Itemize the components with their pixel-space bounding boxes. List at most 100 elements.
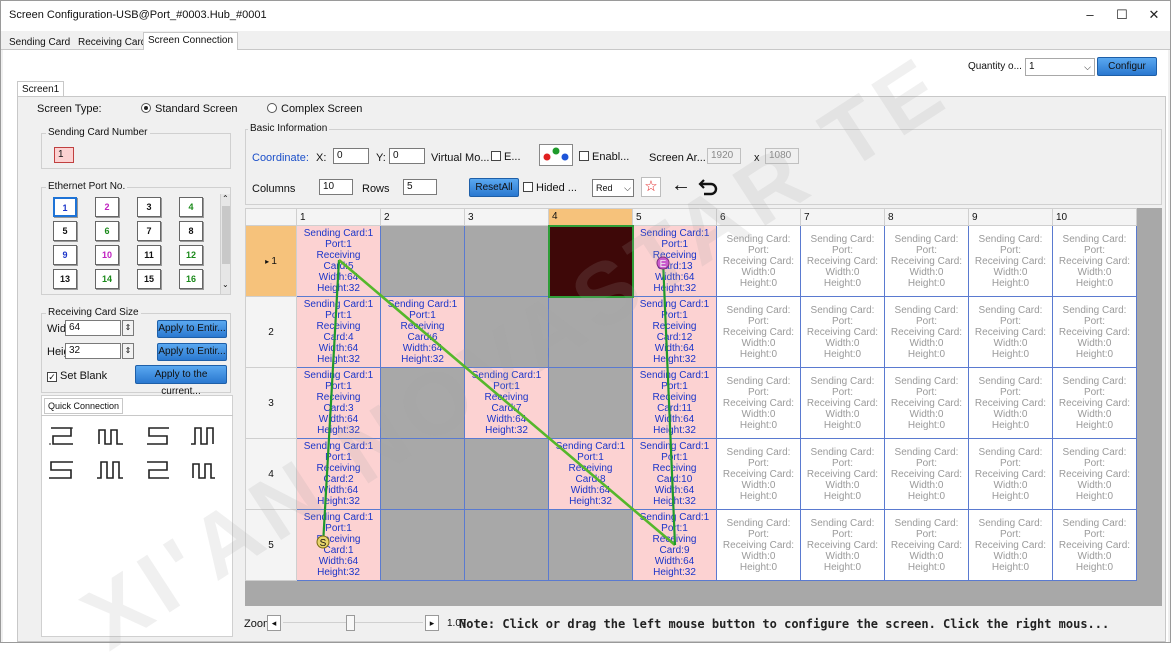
y-coordinate-field[interactable]: 0: [389, 148, 425, 164]
port-button-2[interactable]: 2: [95, 197, 119, 217]
grid-cell-r2-c7[interactable]: Sending Card: Port: Receiving Card: Widt…: [800, 296, 885, 368]
port-button-5[interactable]: 5: [53, 221, 77, 241]
grid-cell-r1-c7[interactable]: Sending Card: Port: Receiving Card: Widt…: [800, 225, 885, 297]
connection-pattern-vertical-up-icon[interactable]: [95, 425, 125, 447]
port-button-12[interactable]: 12: [179, 245, 203, 265]
grid-cell-r2-c8[interactable]: Sending Card: Port: Receiving Card: Widt…: [884, 296, 969, 368]
port-button-10[interactable]: 10: [95, 245, 119, 265]
grid-cell-r1-c1[interactable]: Sending Card:1 Port:1 Receiving Card:5 W…: [296, 225, 381, 297]
column-header-10[interactable]: 10: [1052, 208, 1137, 226]
grid-cell-r2-c3[interactable]: [464, 296, 549, 368]
column-header-4[interactable]: 4: [548, 208, 633, 226]
arrow-left-icon[interactable]: ←: [671, 174, 691, 197]
port-scrollbar[interactable]: ⌃ ⌄: [220, 194, 230, 294]
grid-cell-r3-c5[interactable]: Sending Card:1 Port:1 Receiving Card:11 …: [632, 367, 717, 439]
grid-cell-r1-c10[interactable]: Sending Card: Port: Receiving Card: Widt…: [1052, 225, 1137, 297]
grid-cell-r2-c4[interactable]: [548, 296, 633, 368]
star-icon[interactable]: ☆: [641, 177, 661, 197]
grid-cell-r2-c6[interactable]: Sending Card: Port: Receiving Card: Widt…: [716, 296, 801, 368]
grid-cell-r4-c1[interactable]: Sending Card:1 Port:1 Receiving Card:2 W…: [296, 438, 381, 510]
connection-pattern-snake-up-left-icon[interactable]: [143, 459, 173, 481]
virtual-pixel-icon[interactable]: [539, 144, 573, 166]
zoom-increase-icon[interactable]: ▸: [425, 615, 439, 631]
row-header-3[interactable]: 3: [245, 367, 297, 439]
grid-cell-r3-c10[interactable]: Sending Card: Port: Receiving Card: Widt…: [1052, 367, 1137, 439]
grid-cell-r5-c6[interactable]: Sending Card: Port: Receiving Card: Widt…: [716, 509, 801, 581]
zoom-slider-thumb[interactable]: [346, 615, 355, 631]
screen-grid-area[interactable]: 1 2 3 4 5 6 7 8 9 10 ▸ 1 Sending Card:1 Port:1 Rec…: [245, 208, 1162, 606]
grid-cell-r4-c8[interactable]: Sending Card: Port: Receiving Card: Widt…: [884, 438, 969, 510]
column-header-5[interactable]: 5: [632, 208, 717, 226]
grid-cell-r1-c4[interactable]: [547, 224, 634, 298]
port-button-14[interactable]: 14: [95, 269, 119, 289]
sending-card-number-field[interactable]: 1: [54, 147, 74, 163]
port-button-6[interactable]: 6: [95, 221, 119, 241]
e-checkbox[interactable]: E...: [491, 151, 521, 163]
grid-cell-r1-c6[interactable]: Sending Card: Port: Receiving Card: Widt…: [716, 225, 801, 297]
grid-cell-r4-c4[interactable]: Sending Card:1 Port:1 Receiving Card:8 W…: [548, 438, 633, 510]
grid-cell-r1-c5[interactable]: Sending Card:1 Port:1 Receiving Card:13 …: [632, 225, 717, 297]
grid-cell-r3-c9[interactable]: Sending Card: Port: Receiving Card: Widt…: [968, 367, 1053, 439]
port-button-11[interactable]: 11: [137, 245, 161, 265]
standard-screen-radio[interactable]: Standard Screen: [141, 103, 238, 115]
quick-connection-tab[interactable]: Quick Connection: [44, 398, 124, 414]
grid-cell-r4-c7[interactable]: Sending Card: Port: Receiving Card: Widt…: [800, 438, 885, 510]
port-button-8[interactable]: 8: [179, 221, 203, 241]
grid-cell-r5-c9[interactable]: Sending Card: Port: Receiving Card: Widt…: [968, 509, 1053, 581]
port-button-9[interactable]: 9: [53, 245, 77, 265]
column-header-7[interactable]: 7: [800, 208, 885, 226]
grid-cell-r5-c4[interactable]: [548, 509, 633, 581]
grid-cell-r4-c10[interactable]: Sending Card: Port: Receiving Card: Widt…: [1052, 438, 1137, 510]
grid-cell-r3-c4[interactable]: [548, 367, 633, 439]
tab-sending-card[interactable]: Sending Card: [4, 34, 75, 50]
connection-pattern-vertical-zigzag-icon[interactable]: [95, 459, 125, 481]
column-header-1[interactable]: 1: [296, 208, 381, 226]
row-header-4[interactable]: 4: [245, 438, 297, 510]
tab-receiving-card[interactable]: Receiving Card: [73, 34, 151, 50]
connection-pattern-snake-up-right-icon[interactable]: [47, 459, 77, 481]
grid-cell-r2-c9[interactable]: Sending Card: Port: Receiving Card: Widt…: [968, 296, 1053, 368]
connection-pattern-snake-left-icon[interactable]: [143, 425, 173, 447]
grid-cell-r3-c1[interactable]: Sending Card:1 Port:1 Receiving Card:3 W…: [296, 367, 381, 439]
connection-pattern-vertical-alt-icon[interactable]: [189, 459, 219, 481]
apply-current-button[interactable]: Apply to the current...: [135, 365, 227, 397]
grid-cell-r3-c7[interactable]: Sending Card: Port: Receiving Card: Widt…: [800, 367, 885, 439]
grid-cell-r5-c8[interactable]: Sending Card: Port: Receiving Card: Widt…: [884, 509, 969, 581]
configure-button[interactable]: Configur: [1097, 57, 1157, 76]
complex-screen-radio[interactable]: Complex Screen: [267, 103, 362, 115]
enable-checkbox[interactable]: Enabl...: [579, 151, 629, 163]
column-header-2[interactable]: 2: [380, 208, 465, 226]
port-button-3[interactable]: 3: [137, 197, 161, 217]
height-spinner[interactable]: ⇕: [122, 343, 134, 359]
close-button[interactable]: ✕: [1139, 5, 1169, 25]
chevron-up-icon[interactable]: ⌃: [222, 194, 229, 203]
port-button-1[interactable]: 1: [53, 197, 77, 217]
x-coordinate-field[interactable]: 0: [333, 148, 369, 164]
connection-pattern-vertical-down-icon[interactable]: [189, 425, 219, 447]
connection-pattern-snake-right-icon[interactable]: [47, 425, 77, 447]
grid-cell-r5-c10[interactable]: Sending Card: Port: Receiving Card: Widt…: [1052, 509, 1137, 581]
grid-cell-r5-c5[interactable]: Sending Card:1 Port:1 Receiving Card:9 W…: [632, 509, 717, 581]
apply-height-entire-button[interactable]: Apply to Entir...: [157, 343, 227, 361]
grid-cell-r4-c6[interactable]: Sending Card: Port: Receiving Card: Widt…: [716, 438, 801, 510]
grid-cell-r3-c6[interactable]: Sending Card: Port: Receiving Card: Widt…: [716, 367, 801, 439]
row-header-1[interactable]: ▸ 1: [245, 225, 297, 297]
port-button-7[interactable]: 7: [137, 221, 161, 241]
grid-cell-r2-c10[interactable]: Sending Card: Port: Receiving Card: Widt…: [1052, 296, 1137, 368]
grid-cell-r2-c5[interactable]: Sending Card:1 Port:1 Receiving Card:12 …: [632, 296, 717, 368]
grid-cell-r3-c8[interactable]: Sending Card: Port: Receiving Card: Widt…: [884, 367, 969, 439]
grid-cell-r3-c3[interactable]: Sending Card:1 Port:1 Receiving Card:7 W…: [464, 367, 549, 439]
apply-width-entire-button[interactable]: Apply to Entir...: [157, 320, 227, 338]
port-button-15[interactable]: 15: [137, 269, 161, 289]
grid-cell-r5-c3[interactable]: [464, 509, 549, 581]
grid-cell-r4-c9[interactable]: Sending Card: Port: Receiving Card: Widt…: [968, 438, 1053, 510]
hided-checkbox[interactable]: Hided ...: [523, 182, 577, 194]
grid-cell-r5-c1[interactable]: Sending Card:1 Port:1 Receiving Card:1 W…: [296, 509, 381, 581]
screen-grid[interactable]: 1 2 3 4 5 6 7 8 9 10 ▸ 1 Sending Card:1 Port:1 Rec…: [245, 208, 1137, 581]
grid-cell-r1-c9[interactable]: Sending Card: Port: Receiving Card: Widt…: [968, 225, 1053, 297]
grid-cell-r2-c2[interactable]: Sending Card:1 Port:1 Receiving Card:6 W…: [380, 296, 465, 368]
grid-cell-r1-c8[interactable]: Sending Card: Port: Receiving Card: Widt…: [884, 225, 969, 297]
port-button-16[interactable]: 16: [179, 269, 203, 289]
zoom-decrease-icon[interactable]: ◂: [267, 615, 281, 631]
columns-field[interactable]: 10: [319, 179, 353, 195]
